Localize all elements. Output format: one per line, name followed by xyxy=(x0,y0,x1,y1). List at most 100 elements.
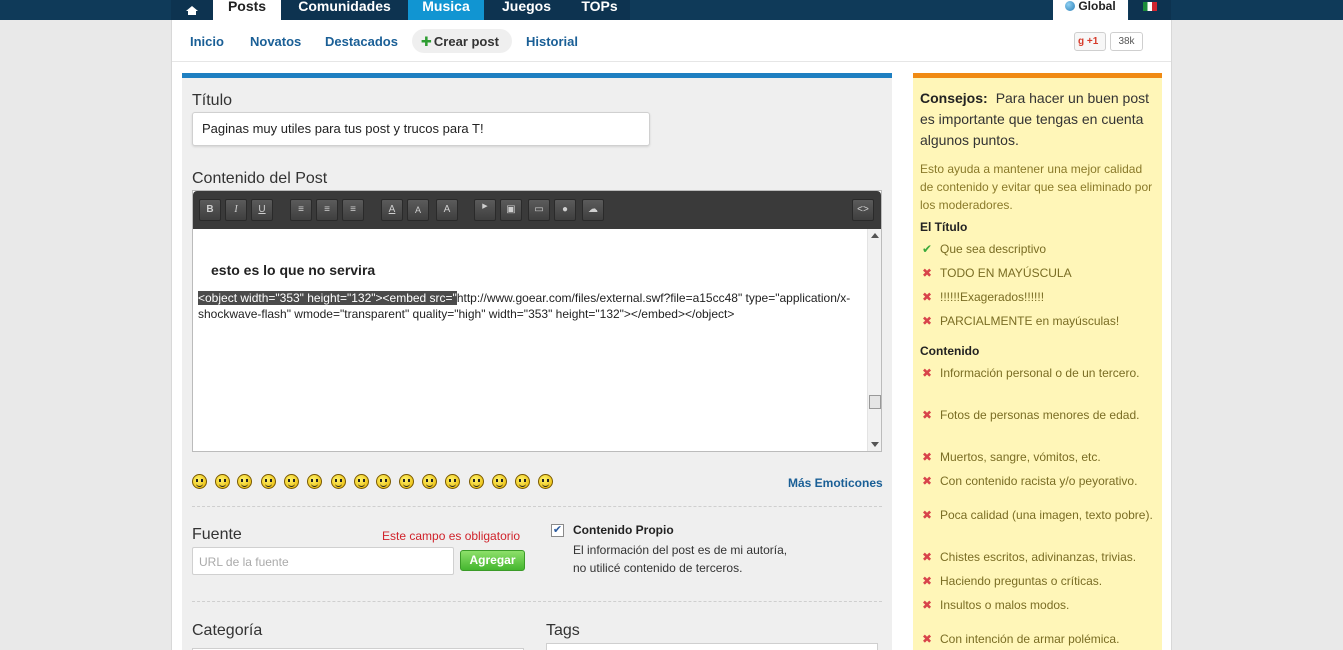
consejos-header: Consejos: Para hacer un buen post es impo… xyxy=(920,88,1154,151)
categoria-label: Categoría xyxy=(192,622,263,639)
tip-item: ✖ TODO EN MAYÚSCULA xyxy=(920,264,1156,282)
editor-toolbar: B I U ≡ ≡ ≡ A A A ▶ ▣ ▭ ● ☁ <> xyxy=(193,191,881,229)
global-selector[interactable]: Global xyxy=(1053,0,1128,20)
smiley-icon[interactable] xyxy=(492,474,507,489)
align-right-button[interactable]: ≡ xyxy=(342,199,364,221)
consejos-panel: Consejos: Para hacer un buen post es impo… xyxy=(913,73,1162,650)
align-left-button[interactable]: ≡ xyxy=(290,199,312,221)
consejos-desc: Esto ayuda a mantener una mejor calidad … xyxy=(920,162,1153,212)
contenido-propio-checkbox[interactable]: ✔ xyxy=(551,524,564,537)
source-code-button[interactable]: <> xyxy=(852,199,874,221)
youtube-button[interactable]: ▶ xyxy=(474,199,496,221)
subnav-inicio[interactable]: Inicio xyxy=(190,34,224,49)
font-size-button[interactable]: A xyxy=(407,199,429,221)
tip-text: Chistes escritos, adivinanzas, trivias. xyxy=(940,550,1137,564)
flash-button[interactable]: ▣ xyxy=(500,199,522,221)
align-center-icon: ≡ xyxy=(324,204,330,215)
tip-item: ✖ Fotos de personas menores de edad. xyxy=(920,406,1156,424)
align-center-button[interactable]: ≡ xyxy=(316,199,338,221)
tip-text: !!!!!!Exagerados!!!!!! xyxy=(940,290,1045,304)
smiley-icon[interactable] xyxy=(354,474,369,489)
globe-link-icon: ● xyxy=(561,204,569,215)
tip-item: ✖ Poca calidad (una imagen, texto pobre). xyxy=(920,506,1156,524)
tab-musica[interactable]: Musica xyxy=(408,0,484,20)
globe-icon xyxy=(1065,1,1076,11)
titulo-input[interactable]: Paginas muy utiles para tus post y truco… xyxy=(192,112,650,146)
titulo-section-title: El Título xyxy=(920,220,968,234)
editor-scrollbar[interactable] xyxy=(867,229,881,451)
scroll-up-icon[interactable] xyxy=(871,233,879,238)
smiley-icon[interactable] xyxy=(376,474,391,489)
check-icon: ✔ xyxy=(922,242,933,256)
smiley-icon[interactable] xyxy=(422,474,437,489)
subnav-historial[interactable]: Historial xyxy=(526,34,578,49)
code-icon: <> xyxy=(857,204,869,215)
crear-post-label: Crear post xyxy=(433,34,499,49)
smiley-icon[interactable] xyxy=(331,474,346,489)
mas-emoticones-link[interactable]: Más Emoticones xyxy=(788,476,883,490)
tab-posts[interactable]: Posts xyxy=(213,0,281,20)
smiley-icon[interactable] xyxy=(469,474,484,489)
tags-label: Tags xyxy=(546,622,580,639)
smiley-icon[interactable] xyxy=(284,474,299,489)
tip-text: Con contenido racista y/o peyorativo. xyxy=(940,474,1138,488)
tip-text: Muertos, sangre, vómitos, etc. xyxy=(940,450,1101,464)
main-page: Inicio Novatos Destacados ✚ Crear post Hi… xyxy=(171,20,1172,650)
subnav-destacados[interactable]: Destacados xyxy=(325,34,398,49)
fuente-url-input[interactable]: URL de la fuente xyxy=(192,547,454,575)
smiley-icon[interactable] xyxy=(538,474,553,489)
crear-post-button[interactable]: ✚ Crear post xyxy=(412,29,512,53)
smiley-icon[interactable] xyxy=(261,474,276,489)
mexico-flag-icon xyxy=(1143,2,1157,11)
cross-icon: ✖ xyxy=(922,450,933,464)
contenido-section-title: Contenido xyxy=(920,344,980,358)
link-button[interactable]: ● xyxy=(554,199,576,221)
top-navbar: Posts Comunidades Musica Juegos TOPs Glo… xyxy=(0,0,1343,20)
home-tab[interactable] xyxy=(171,0,213,20)
tip-text: Que sea descriptivo xyxy=(940,242,1047,256)
tip-text: Poca calidad (una imagen, texto pobre). xyxy=(940,508,1153,522)
country-flag-button[interactable] xyxy=(1129,0,1171,20)
quote-button[interactable]: ☁ xyxy=(582,199,604,221)
smiley-icon[interactable] xyxy=(192,474,207,489)
font-color-button[interactable]: A xyxy=(381,199,403,221)
smiley-icon[interactable] xyxy=(237,474,252,489)
tab-tops[interactable]: TOPs xyxy=(569,0,630,20)
tip-item: ✖ Con contenido racista y/o peyorativo. xyxy=(920,472,1156,490)
google-plus-button[interactable]: g +1 xyxy=(1074,32,1106,51)
cross-icon: ✖ xyxy=(922,574,933,588)
smiley-icon[interactable] xyxy=(515,474,530,489)
tags-input[interactable] xyxy=(546,643,878,650)
cross-icon: ✖ xyxy=(922,266,933,280)
scroll-down-icon[interactable] xyxy=(871,442,879,447)
tip-text: Haciendo preguntas o críticas. xyxy=(940,574,1103,588)
cross-icon: ✖ xyxy=(922,550,933,564)
tip-text: Insultos o malos modos. xyxy=(940,598,1070,612)
tip-text: PARCIALMENTE en mayúsculas! xyxy=(940,314,1120,328)
underline-button[interactable]: U xyxy=(251,199,273,221)
cross-icon: ✖ xyxy=(922,598,933,612)
fuente-label: Fuente xyxy=(192,526,242,543)
tip-item: ✔ Que sea descriptivo xyxy=(920,240,1156,258)
smiley-icon[interactable] xyxy=(445,474,460,489)
agregar-button[interactable]: Agregar xyxy=(460,550,525,571)
scroll-thumb[interactable] xyxy=(869,395,881,409)
gplus-count: 38k xyxy=(1110,32,1143,51)
subnav-novatos[interactable]: Novatos xyxy=(250,34,301,49)
tab-juegos[interactable]: Juegos xyxy=(484,0,569,20)
smiley-icon[interactable] xyxy=(399,474,414,489)
cross-icon: ✖ xyxy=(922,508,933,522)
cross-icon: ✖ xyxy=(922,632,933,646)
image-button[interactable]: ▭ xyxy=(528,199,550,221)
smiley-icon[interactable] xyxy=(307,474,322,489)
font-family-button[interactable]: A xyxy=(436,199,458,221)
tab-comunidades[interactable]: Comunidades xyxy=(281,0,408,20)
tip-text: Con intención de armar polémica. xyxy=(940,632,1120,646)
smiley-icon[interactable] xyxy=(215,474,230,489)
editor-heading: esto es lo que no servira xyxy=(211,262,376,278)
quote-icon: ☁ xyxy=(588,204,598,215)
italic-button[interactable]: I xyxy=(225,199,247,221)
editor-content[interactable]: esto es lo que no servira <object width=… xyxy=(193,229,867,451)
bold-button[interactable]: B xyxy=(199,199,221,221)
tip-text: Información personal o de un tercero. xyxy=(940,366,1140,380)
